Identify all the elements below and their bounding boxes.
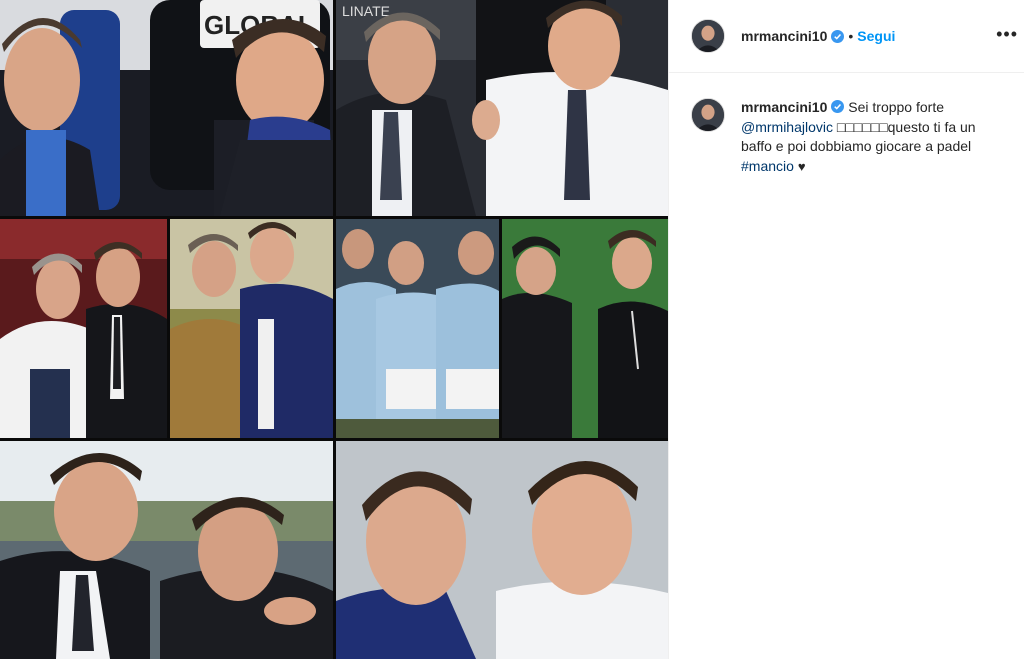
follow-button[interactable]: Segui (857, 28, 895, 44)
photo-suits: LINATE (336, 0, 668, 216)
backdrop-text: LINATE (342, 3, 390, 19)
photo-red-background (0, 219, 167, 438)
photo-pitch (502, 219, 668, 438)
caption: mrmancini10 Sei troppo forte @mrmihajlov… (669, 73, 1024, 176)
heart-icon: ♥ (797, 158, 806, 174)
caption-text: mrmancini10 Sei troppo forte @mrmihajlov… (741, 98, 1001, 176)
avatar[interactable] (691, 19, 725, 53)
post-image-collage[interactable]: GLOBAL LINATE (0, 0, 668, 659)
more-options-icon[interactable]: ••• (996, 24, 1018, 45)
username-link[interactable]: mrmancini10 (741, 28, 827, 44)
verified-badge-icon (831, 29, 845, 43)
mention-link[interactable]: @mrmihajlovic (741, 119, 833, 135)
separator-dot: • (848, 28, 854, 44)
photo-bench: GLOBAL (0, 0, 333, 216)
photo-stadium-hug (0, 441, 333, 659)
photo-celebration (336, 219, 499, 438)
caption-avatar[interactable] (691, 98, 725, 132)
photo-training-jacket (170, 219, 333, 438)
caption-text-start: Sei troppo forte (848, 99, 944, 115)
hashtag-link[interactable]: #mancio (741, 158, 794, 174)
post-header: mrmancini10 • Segui ••• (669, 0, 1024, 73)
caption-verified-badge-icon (831, 100, 845, 113)
post-side-panel: mrmancini10 • Segui ••• mrmancini10 Sei … (668, 0, 1024, 659)
photo-portraits (336, 441, 668, 659)
caption-username[interactable]: mrmancini10 (741, 99, 827, 115)
